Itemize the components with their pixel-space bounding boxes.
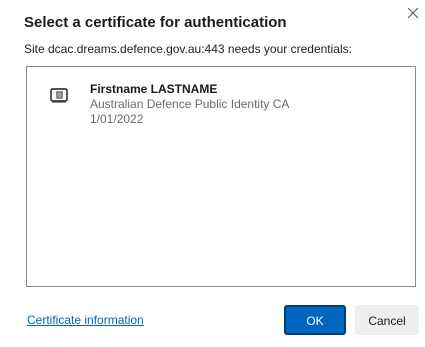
certificate-date: 1/01/2022: [90, 112, 144, 126]
close-icon: [404, 4, 422, 22]
cancel-button[interactable]: Cancel: [355, 305, 419, 335]
close-button[interactable]: [404, 4, 422, 22]
certificate-information-link[interactable]: Certificate information: [27, 313, 144, 327]
dialog-subtitle: Site dcac.dreams.defence.gov.au:443 need…: [24, 42, 352, 56]
certificate-list[interactable]: Firstname LASTNAME Australian Defence Pu…: [26, 66, 416, 287]
ok-button[interactable]: OK: [284, 305, 346, 335]
certificate-card-icon: [49, 85, 69, 105]
certificate-issuer: Australian Defence Public Identity CA: [90, 97, 290, 111]
certificate-list-item[interactable]: Firstname LASTNAME Australian Defence Pu…: [27, 77, 415, 137]
certificate-selection-dialog: Select a certificate for authentication …: [0, 0, 425, 347]
certificate-name: Firstname LASTNAME: [90, 82, 218, 96]
dialog-title: Select a certificate for authentication: [24, 14, 287, 31]
